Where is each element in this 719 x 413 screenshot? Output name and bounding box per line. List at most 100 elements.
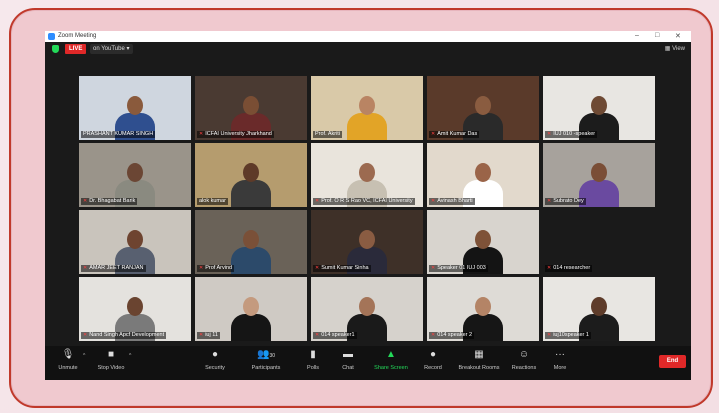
participant-head (243, 163, 259, 182)
participant-body (347, 113, 387, 140)
video-options-chevron-icon[interactable]: ^ (129, 353, 131, 359)
participant-tile[interactable]: ✕ 014 speaker1 (311, 277, 423, 341)
audio-options-chevron-icon[interactable]: ^ (83, 353, 85, 359)
participant-tile[interactable]: ✕ Sumit Kumar Sinha (311, 210, 423, 274)
participant-name-label: ✕ 014 researcher (545, 265, 593, 272)
participant-name: Dr. Bhagabat Barik (89, 198, 136, 204)
mic-muted-icon: ✕ (315, 332, 320, 338)
mic-muted-icon: ✕ (547, 198, 552, 204)
participant-body (231, 247, 271, 274)
mic-muted-icon: ✕ (547, 131, 552, 137)
participant-tile[interactable]: ✕ iuj10speaker 1 (543, 277, 655, 341)
window-title: Zoom Meeting (58, 33, 97, 39)
mic-muted-icon: ✕ (199, 265, 204, 271)
participant-tile[interactable]: PRASHANT KUMAR SINGH (79, 76, 191, 140)
video-gallery: PRASHANT KUMAR SINGH ✕ ICFAI University Jh… (79, 76, 655, 344)
participant-tile[interactable]: ✕ Prof Arvind (195, 210, 307, 274)
mic-muted-icon: ✕ (431, 265, 436, 271)
participant-name-label: ✕ Nand Singh Apcf Development (81, 332, 167, 339)
maximize-button[interactable]: □ (655, 32, 659, 39)
share-screen-button[interactable]: ▲ Share Screen (371, 349, 411, 371)
participant-name-label: PRASHANT KUMAR SINGH (81, 131, 156, 138)
record-button[interactable]: ● Record (421, 349, 445, 371)
mic-muted-icon: ✕ (315, 198, 320, 204)
participant-video (231, 297, 271, 341)
participant-tile[interactable]: ✕ iuj 11 (195, 277, 307, 341)
participant-tile[interactable]: ✕ AMAR JEET RANJAN (79, 210, 191, 274)
mic-muted-icon: ✕ (83, 198, 88, 204)
participant-head (127, 297, 143, 316)
more-button[interactable]: ··· More (549, 349, 571, 371)
live-stream-dropdown[interactable]: on YouTube ▾ (90, 44, 133, 54)
participant-head (475, 96, 491, 115)
breakout-rooms-button[interactable]: ▦ Breakout Rooms (455, 349, 503, 371)
participant-tile[interactable]: ✕ Speaker 01 IUJ 003 (427, 210, 539, 274)
participant-video (231, 230, 271, 274)
participant-head (243, 297, 259, 316)
title-bar: Zoom Meeting – □ ✕ (45, 31, 691, 42)
participant-name: Nand Singh Apcf Development (89, 332, 165, 338)
participant-body (231, 180, 271, 207)
participant-name: 014 researcher (553, 265, 591, 271)
participant-tile[interactable]: ✕ ICFAI University Jharkhand (195, 76, 307, 140)
participant-head (359, 96, 375, 115)
participant-tile[interactable]: ✕ 014 researcher (543, 210, 655, 274)
participant-name: Prof. Akriti (315, 131, 341, 137)
participant-name-label: ✕ ICFAI University Jharkhand (197, 131, 274, 138)
mic-muted-icon: ✕ (431, 332, 436, 338)
participant-tile[interactable]: ✕ 014 speaker 2 (427, 277, 539, 341)
reactions-button[interactable]: ☺ Reactions (509, 349, 539, 371)
record-icon: ● (429, 349, 437, 360)
chat-button[interactable]: ▬ Chat (337, 349, 359, 371)
close-button[interactable]: ✕ (675, 32, 681, 40)
live-badge[interactable]: LIVE (65, 44, 87, 54)
participant-name: AMAR JEET RANJAN (89, 265, 144, 271)
participant-head (475, 297, 491, 316)
security-button[interactable]: ● Security (199, 349, 231, 371)
mic-muted-icon: ✕ (547, 332, 552, 338)
participant-name-label: ✕ Amit Kumar Das (429, 131, 480, 138)
mic-muted-icon: ✕ (431, 131, 436, 137)
mic-muted-icon: ✕ (431, 198, 436, 204)
participant-name-label: ✕ Sumit Kumar Sinha (313, 265, 371, 272)
mic-muted-icon: ✕ (83, 332, 88, 338)
minimize-button[interactable]: – (635, 32, 639, 39)
participant-name-label: ✕ 014 speaker1 (313, 332, 357, 339)
participant-tile[interactable]: ✕ Prof. O R S Rao VC, ICFAI University (311, 143, 423, 207)
participant-tile[interactable]: ✕ Dr. Bhagabat Barik (79, 143, 191, 207)
participant-name: 014 speaker1 (321, 332, 355, 338)
polls-button[interactable]: ▮ Polls (301, 349, 325, 371)
end-meeting-button[interactable]: End (659, 355, 686, 368)
participant-tile[interactable]: alok kumar (195, 143, 307, 207)
participant-name: Subrato Dey (553, 198, 584, 204)
participant-name-label: ✕ Avinash Bharti (429, 198, 475, 205)
unmute-button[interactable]: 🎙 Unmute (53, 349, 83, 371)
participant-head (591, 163, 607, 182)
participants-icon: 👥30 (256, 349, 275, 360)
participant-head (591, 96, 607, 115)
participant-tile[interactable]: ✕ Nand Singh Apcf Development (79, 277, 191, 341)
polls-icon: ▮ (310, 349, 316, 360)
participant-name-label: ✕ Dr. Bhagabat Barik (81, 198, 138, 205)
participant-head (591, 297, 607, 316)
participant-name-label: ✕ Subrato Dey (545, 198, 586, 205)
participants-button[interactable]: 👥30 Participants (245, 349, 287, 371)
stop-video-button[interactable]: ■ Stop Video (93, 349, 129, 371)
participant-tile[interactable]: ✕ Subrato Dey (543, 143, 655, 207)
participant-name: IUJ 010 -speaker (553, 131, 596, 137)
participant-head (127, 163, 143, 182)
participant-name-label: alok kumar (197, 198, 228, 205)
participant-tile[interactable]: Prof. Akriti (311, 76, 423, 140)
participant-name-label: Prof. Akriti (313, 131, 343, 138)
participant-head (359, 230, 375, 249)
chat-icon: ▬ (343, 349, 353, 360)
encryption-shield-icon[interactable] (52, 45, 59, 53)
participant-tile[interactable]: ✕ Amit Kumar Das (427, 76, 539, 140)
participant-name-label: ✕ Prof. O R S Rao VC, ICFAI University (313, 198, 415, 205)
view-button[interactable]: ▦ View (665, 44, 685, 54)
participant-name: Avinash Bharti (437, 198, 473, 204)
mic-muted-icon: ✕ (199, 131, 204, 137)
participant-tile[interactable]: ✕ IUJ 010 -speaker (543, 76, 655, 140)
participant-tile[interactable]: ✕ Avinash Bharti (427, 143, 539, 207)
shield-icon: ● (211, 349, 219, 360)
